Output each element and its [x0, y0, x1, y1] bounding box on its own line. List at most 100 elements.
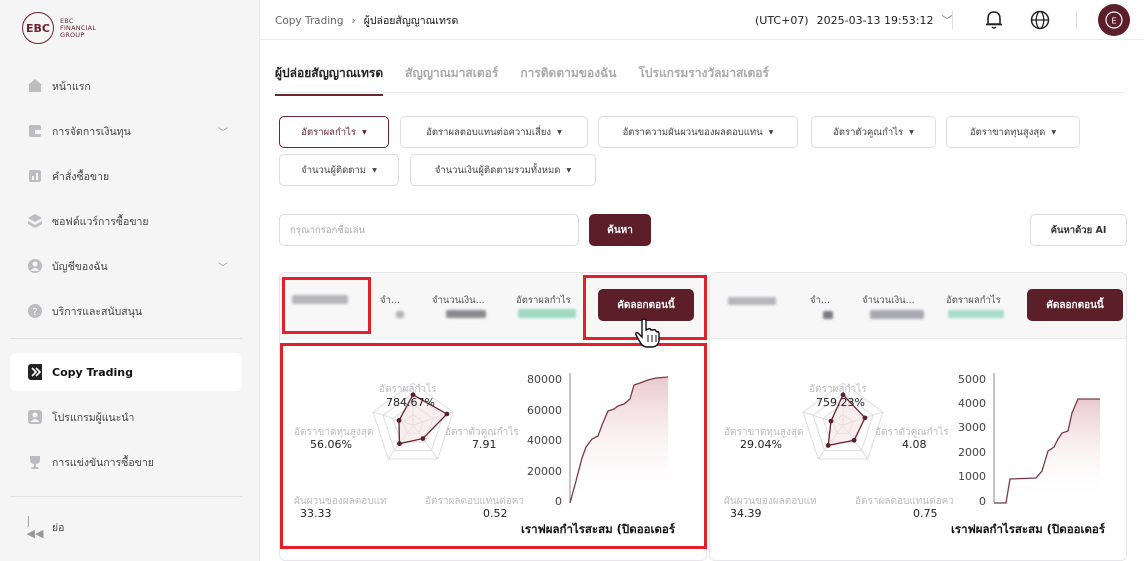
funds-value-blurred [446, 310, 486, 318]
divider [952, 11, 953, 29]
search-button[interactable]: ค้นหา [589, 214, 651, 246]
sidebar-item-label: การแข่งขันการซื้อขาย [52, 456, 154, 469]
sidebar: EBC EBC FINANCIAL GROUP หน้าแรก การจัดกา… [0, 0, 260, 561]
profit-rate-value-blurred [518, 309, 576, 318]
divider [1076, 11, 1077, 29]
filter-profit-rate[interactable]: อัตราผลกำไร ▾ [279, 116, 389, 148]
sidebar-item-label: โปรแกรมผู้แนะนำ [52, 411, 135, 424]
collapse-sidebar-button[interactable]: |◀◀ ย่อ [10, 508, 242, 546]
chevron-down-icon: ﹀ [218, 262, 228, 274]
account-icon [28, 259, 42, 273]
ebc-logo[interactable]: EBC EBC FINANCIAL GROUP [22, 12, 96, 44]
followers-value-blurred [823, 311, 833, 319]
sidebar-item-orders[interactable]: คำสั่งซื้อขาย [10, 157, 242, 195]
chart-title: เราฟผลกำไรสะสม (ปิดออเดอร์ [951, 522, 1105, 536]
sidebar-item-copy-trading[interactable]: Copy Trading [10, 353, 242, 391]
sidebar-item-label: การจัดการเงินทุน [52, 125, 131, 138]
card-header: จำ... จำนวนเงิน... อัตราผลกำไร คัดลอกตอน… [710, 273, 1126, 339]
help-icon: ? [28, 304, 42, 318]
sidebar-item-competition[interactable]: การแข่งขันการซื้อขาย [10, 443, 242, 481]
filter-label: อัตราผลตอบแทนต่อความเสี่ยง [426, 126, 552, 138]
chevron-down-icon: ﹀ [941, 14, 953, 27]
chevron-down-icon: ﹀ [218, 127, 228, 139]
software-icon [28, 214, 42, 228]
tabs-divider [275, 92, 1125, 93]
radar-value-max-drawdown: 29.04% [740, 438, 782, 451]
profit-rate-value-blurred [948, 310, 1004, 318]
top-bar: Copy Trading › ผู้ปล่อยสัญญาณเทรด (UTC+0… [260, 0, 1144, 40]
divider [10, 338, 242, 339]
timezone-selector[interactable]: (UTC+07) 2025-03-13 19:53:12 ﹀ [755, 12, 952, 28]
radar-label-profit-rate: อัตราผลกำไร [809, 384, 867, 395]
y-tick: 4000 [958, 397, 986, 410]
home-icon [28, 79, 42, 93]
hand-cursor-icon [635, 318, 660, 348]
copy-trading-icon [28, 364, 42, 380]
caret-down-icon: ▾ [1051, 126, 1057, 138]
sidebar-item-support[interactable]: ? บริการและสนับสนุน [10, 292, 242, 330]
filter-max-drawdown[interactable]: อัตราขาดทุนสูงสุด ▾ [946, 116, 1080, 148]
datetime-label: 2025-03-13 19:53:12 [816, 13, 934, 27]
sidebar-item-home[interactable]: หน้าแรก [10, 67, 242, 105]
radar-label-risk-return: อัตราผลตอบแทนต่อคว [855, 496, 953, 507]
logo-mark: EBC [22, 12, 54, 44]
funds-label: จำนวนเงิน... [862, 295, 915, 306]
svg-text:E: E [1111, 17, 1116, 26]
radar-value-profit-factor: 4.08 [902, 438, 927, 451]
ai-search-button[interactable]: ค้นหาด้วย AI [1030, 214, 1127, 246]
divider [10, 496, 242, 497]
filter-label: อัตราตัวคูณกำไร [833, 126, 904, 138]
caret-down-icon: ▾ [361, 126, 367, 138]
wallet-icon [28, 124, 42, 138]
breadcrumb-current: ผู้ปล่อยสัญญาณเทรด [363, 15, 459, 27]
radar-value-profit-rate: 759.23% [816, 396, 865, 409]
y-tick: 0 [979, 495, 986, 508]
area-fill [994, 399, 1100, 503]
sidebar-item-account[interactable]: บัญชีของฉัน ﹀ [10, 247, 242, 285]
radar-point [825, 442, 831, 448]
sidebar-item-label: ซอฟต์แวร์การซื้อขาย [52, 215, 149, 228]
followers-label: จำ... [810, 295, 830, 306]
funds-value-blurred [870, 310, 924, 319]
orders-icon [28, 169, 42, 183]
nickname-search-input[interactable]: กรุณากรอกชื่อเล่น [279, 214, 579, 246]
radar-point [862, 415, 868, 421]
logo-text: EBC FINANCIAL GROUP [60, 16, 97, 39]
trader-name-blurred [728, 297, 776, 305]
filter-risk-return[interactable]: อัตราผลตอบแทนต่อความเสี่ยง ▾ [400, 116, 588, 148]
filter-label: อัตราขาดทุนสูงสุด [969, 126, 1046, 138]
sidebar-item-label: บัญชีของฉัน [52, 260, 108, 273]
filter-total-follower-funds[interactable]: จำนวนเงินผู้ติดตามรวมทั้งหมด ▾ [410, 154, 596, 186]
trophy-icon [28, 455, 42, 469]
radar-point [851, 437, 857, 443]
breadcrumb: Copy Trading › ผู้ปล่อยสัญญาณเทรด [275, 12, 458, 29]
filter-label: อัตราผลกำไร [301, 126, 356, 138]
profit-rate-label: อัตราผลกำไร [516, 295, 571, 306]
y-tick: 1000 [958, 470, 986, 483]
timezone-label: (UTC+07) [755, 13, 809, 27]
filter-followers[interactable]: จำนวนผู้ติดตาม ▾ [279, 154, 399, 186]
filter-label: จำนวนผู้ติดตาม [301, 164, 367, 176]
followers-value-blurred [396, 311, 404, 318]
globe-icon[interactable] [1028, 8, 1052, 32]
sidebar-item-funds[interactable]: การจัดการเงินทุน ﹀ [10, 112, 242, 150]
filter-profit-factor[interactable]: อัตราตัวคูณกำไร ▾ [811, 116, 936, 148]
sidebar-item-software[interactable]: ซอฟต์แวร์การซื้อขาย [10, 202, 242, 240]
filter-volatility[interactable]: อัตราความผันผวนของผลตอบแทน ▾ [598, 116, 798, 148]
svg-text:?: ? [32, 307, 37, 318]
sidebar-item-label: คำสั่งซื้อขาย [52, 170, 110, 183]
funds-label: จำนวนเงิน... [432, 295, 485, 306]
caret-down-icon: ▾ [557, 126, 562, 138]
bell-icon[interactable] [982, 8, 1006, 32]
breadcrumb-item[interactable]: Copy Trading [275, 15, 344, 27]
collapse-label: ย่อ [52, 521, 65, 534]
copy-now-button[interactable]: คัดลอกตอนนี้ [1027, 289, 1123, 321]
sidebar-item-referral[interactable]: โปรแกรมผู้แนะนำ [10, 398, 242, 436]
caret-down-icon: ▾ [372, 164, 377, 176]
caret-down-icon: ▾ [909, 126, 914, 138]
avatar[interactable]: E [1098, 4, 1130, 36]
referral-icon [28, 410, 42, 424]
profit-rate-label: อัตราผลกำไร [946, 295, 1001, 306]
sidebar-item-label: บริการและสนับสนุน [52, 305, 143, 318]
radar-value-volatility: 34.39 [730, 507, 762, 520]
